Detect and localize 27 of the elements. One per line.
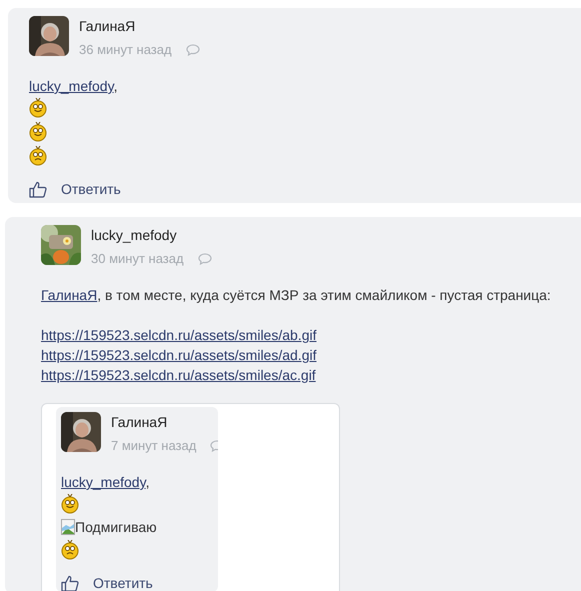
comment-text: lucky_mefody, bbox=[29, 77, 118, 96]
smiley-icon bbox=[29, 146, 47, 166]
smiley-icon bbox=[29, 98, 47, 118]
reply-button[interactable]: Ответить bbox=[29, 178, 121, 200]
comment-text: ГалинаЯ, в том месте, куда суётся МЗР за этим смайликом - пустая страница: bbox=[41, 286, 552, 305]
mention-link[interactable]: ГалинаЯ bbox=[41, 287, 98, 303]
smiley-icon bbox=[61, 494, 79, 514]
timestamp: 36 минут назад bbox=[79, 41, 172, 59]
reply-button[interactable]: Ответить bbox=[61, 572, 153, 591]
smiley-icon bbox=[61, 540, 79, 560]
broken-image: Подмигиваю bbox=[61, 516, 157, 538]
mention-link[interactable]: lucky_mefody bbox=[29, 78, 114, 94]
mention-link[interactable]: lucky_mefody bbox=[61, 474, 146, 490]
author-name[interactable]: lucky_mefody bbox=[91, 226, 177, 244]
smiley-icon bbox=[29, 122, 47, 142]
comment-icon[interactable] bbox=[198, 253, 212, 265]
comment-text: lucky_mefody, bbox=[61, 473, 150, 492]
timestamp: 7 минут назад bbox=[111, 437, 196, 455]
author-name[interactable]: ГалинаЯ bbox=[79, 17, 136, 35]
author-name[interactable]: ГалинаЯ bbox=[111, 413, 168, 431]
thumbs-up-icon bbox=[61, 574, 79, 591]
url-link[interactable]: https://159523.selcdn.ru/assets/smiles/ac.gif bbox=[41, 365, 316, 385]
thumbs-up-icon bbox=[29, 180, 47, 198]
comment-icon[interactable] bbox=[186, 44, 200, 56]
timestamp: 30 минут назад bbox=[91, 250, 184, 268]
url-link[interactable]: https://159523.selcdn.ru/assets/smiles/ab.gif bbox=[41, 325, 316, 345]
url-link[interactable]: https://159523.selcdn.ru/assets/smiles/ad.gif bbox=[41, 345, 316, 365]
